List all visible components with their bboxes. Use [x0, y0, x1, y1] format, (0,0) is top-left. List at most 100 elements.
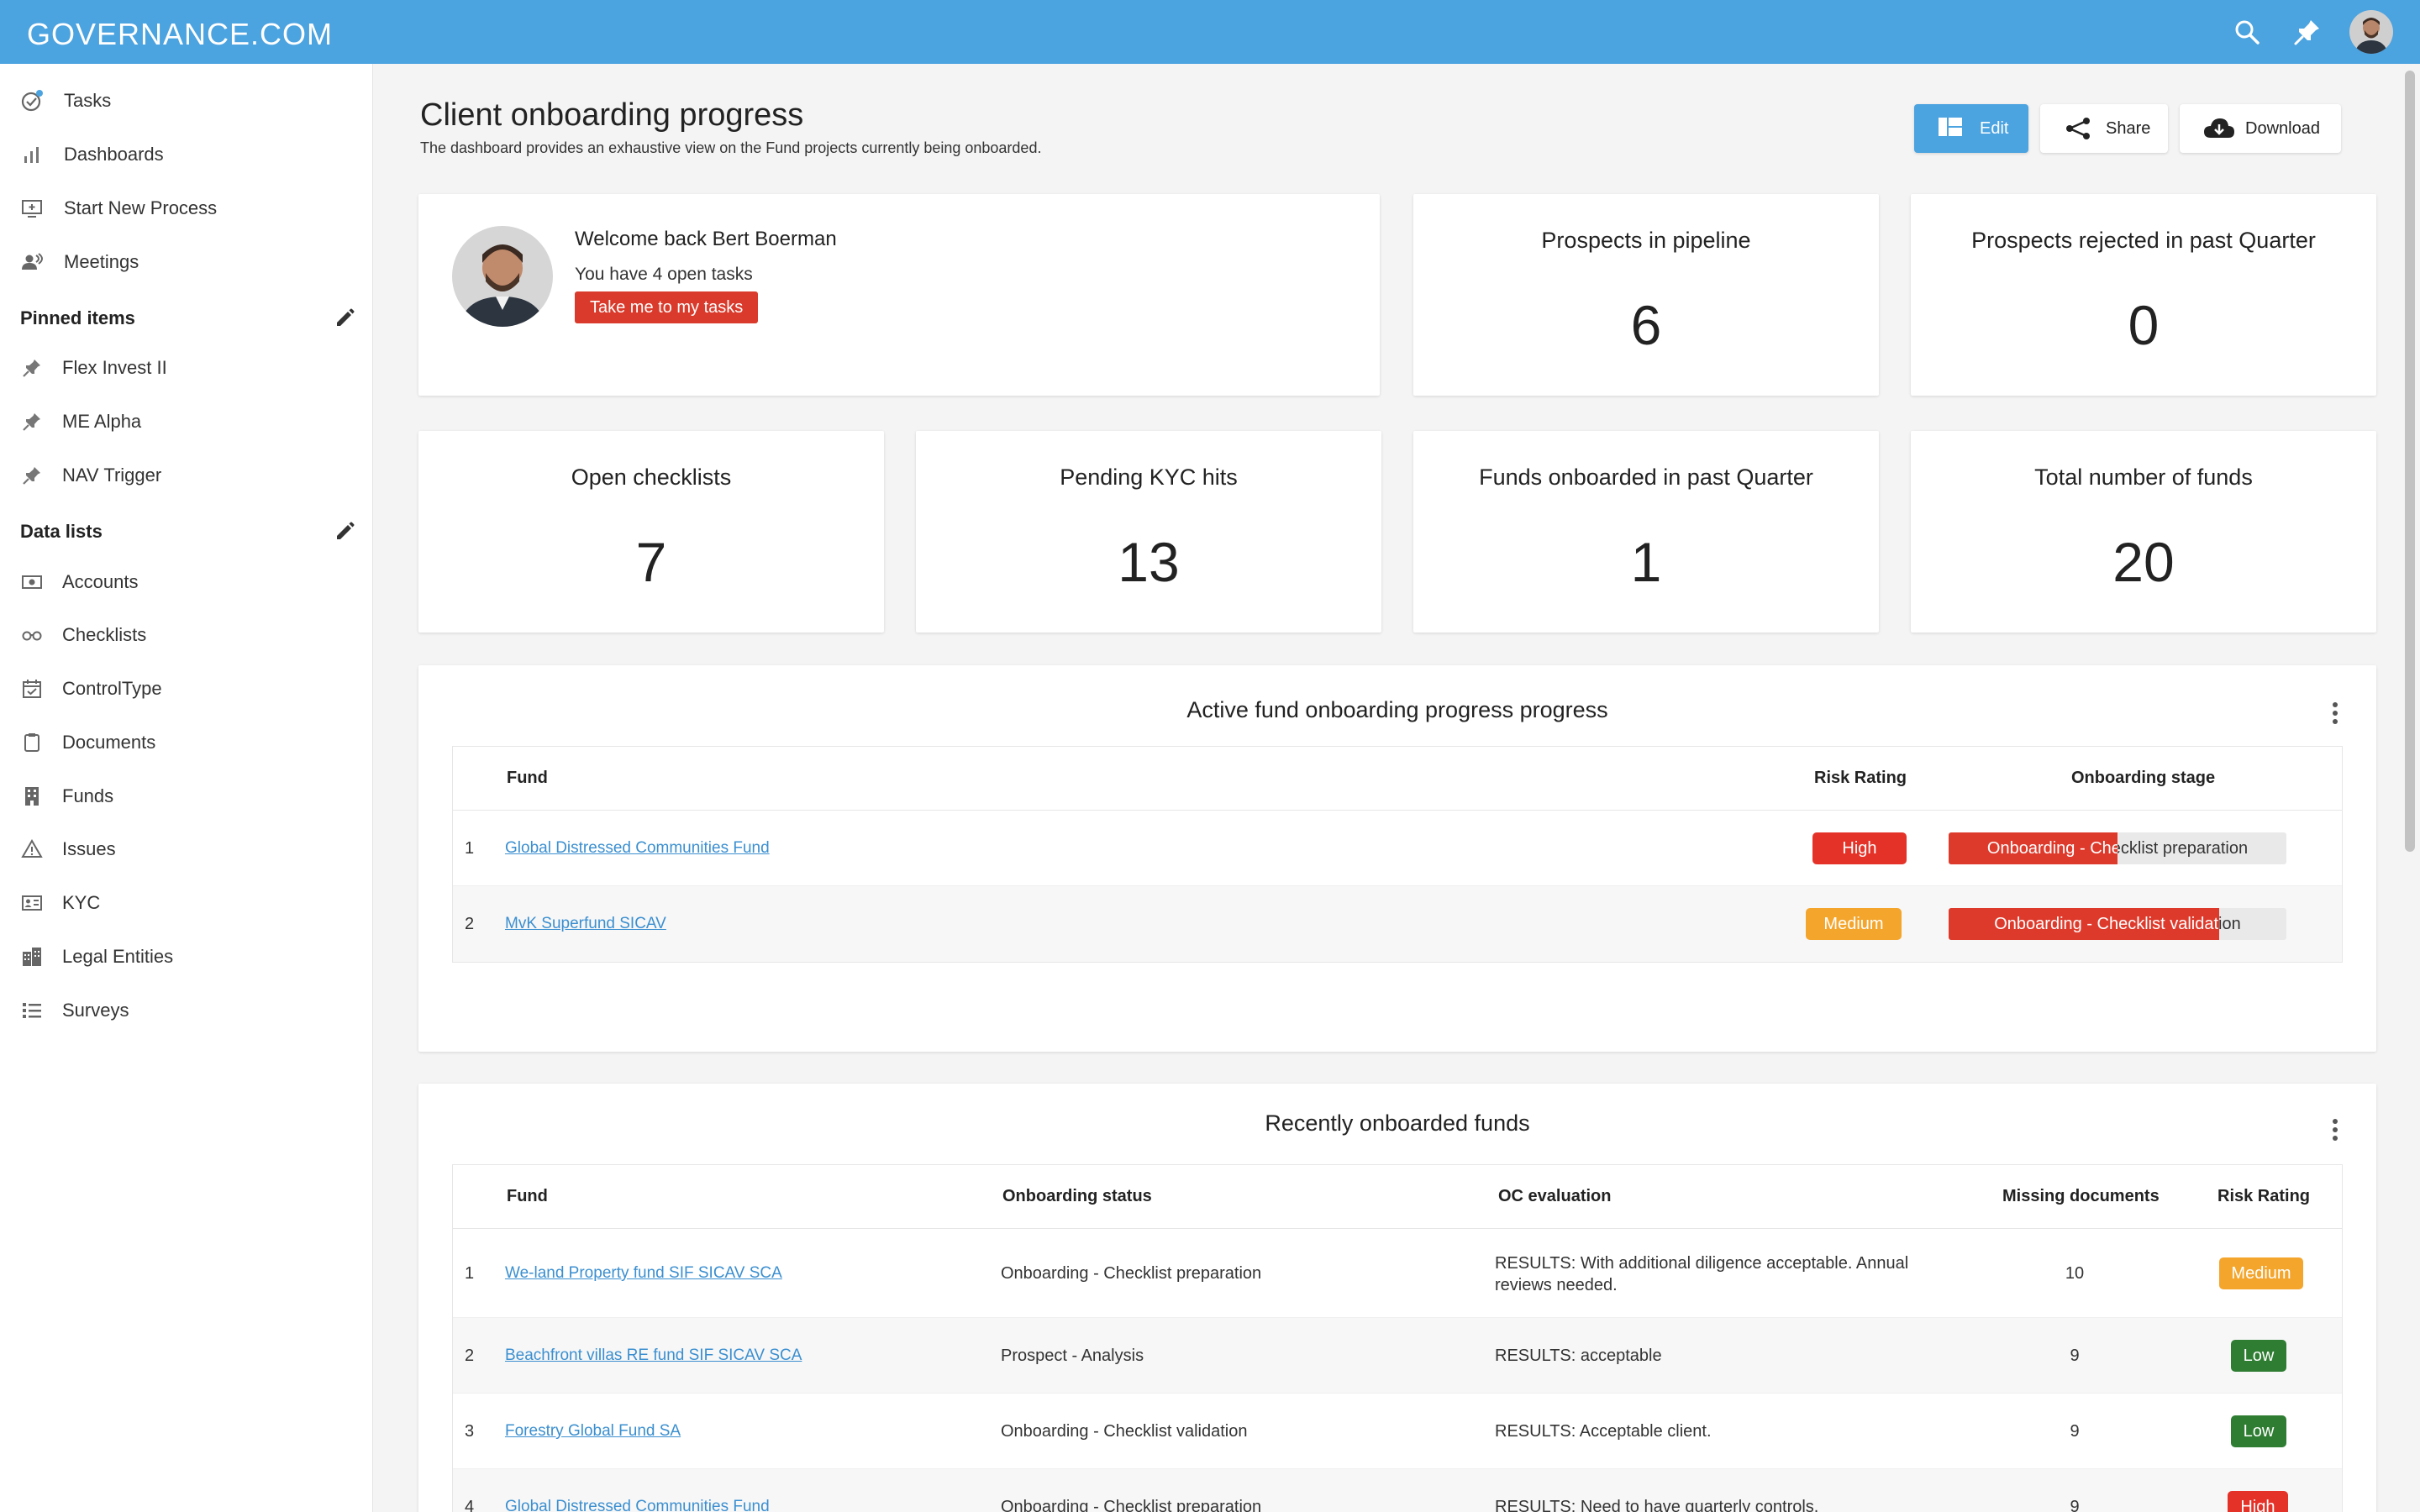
kpi-value: 20 — [2112, 531, 2175, 593]
sidebar-item-tasks[interactable]: Tasks — [0, 77, 373, 124]
more-options-icon[interactable] — [2331, 702, 2339, 729]
fund-link[interactable]: Forestry Global Fund SA — [505, 1422, 681, 1441]
warning-icon — [20, 837, 44, 861]
sidebar-item-meetings[interactable]: Meetings — [0, 239, 373, 286]
take-me-to-tasks-button[interactable]: Take me to my tasks — [575, 291, 759, 323]
search-icon[interactable] — [2230, 15, 2264, 49]
missing-documents: 9 — [2070, 1498, 2080, 1512]
page-subtitle: The dashboard provides an exhaustive vie… — [420, 139, 1042, 156]
table-header: Fund Onboarding status OC evaluation Mis… — [453, 1165, 2342, 1229]
kpi-value: 1 — [1630, 531, 1662, 593]
download-button[interactable]: Download — [2180, 104, 2341, 153]
fund-link[interactable]: MvK Superfund SICAV — [505, 915, 666, 933]
sidebar-item-label: Documents — [62, 732, 156, 753]
edit-pencil-icon[interactable] — [333, 307, 356, 330]
oc-evaluation: RESULTS: Need to have quarterly controls… — [1495, 1498, 1819, 1512]
scrollbar-thumb[interactable] — [2405, 71, 2415, 852]
kpi-funds-onboarded: Funds onboarded in past Quarter 1 — [1413, 431, 1879, 633]
missing-documents: 9 — [2070, 1422, 2080, 1441]
pin-icon[interactable] — [2291, 15, 2324, 49]
sidebar-item-kyc[interactable]: KYC — [0, 879, 373, 927]
column-header-risk-rating[interactable]: Risk Rating — [2217, 1187, 2310, 1206]
risk-badge: Medium — [1806, 908, 1902, 940]
sidebar-item-funds[interactable]: Funds — [0, 773, 373, 820]
app-logo[interactable]: GOVERNANCE.COM — [27, 17, 333, 52]
table-row: 1 Global Distressed Communities Fund Hig… — [453, 811, 2342, 886]
active-onboarding-card: Active fund onboarding progress progress… — [418, 665, 2376, 1052]
fund-link[interactable]: We-land Property fund SIF SICAV SCA — [505, 1264, 782, 1283]
fund-link[interactable]: Global Distressed Communities Fund — [505, 839, 770, 858]
kpi-value: 7 — [635, 531, 667, 593]
onboarding-stage-progress: Onboarding - Checklist preparation Onboa… — [1949, 832, 2286, 864]
sidebar-item-start-new-process[interactable]: Start New Process — [0, 185, 373, 232]
list-icon — [20, 999, 44, 1022]
row-number: 2 — [465, 915, 475, 933]
sidebar-item-label: NAV Trigger — [62, 465, 162, 486]
sidebar-item-flex-invest-ii[interactable]: Flex Invest II — [0, 344, 373, 391]
column-header-onboarding-stage[interactable]: Onboarding stage — [2071, 769, 2215, 788]
risk-badge: Low — [2231, 1340, 2286, 1372]
row-number: 2 — [465, 1347, 475, 1365]
sidebar-item-legal-entities[interactable]: Legal Entities — [0, 933, 373, 980]
sidebar-item-accounts[interactable]: Accounts — [0, 559, 373, 606]
add-screen-icon — [20, 197, 44, 220]
sidebar-item-label: Meetings — [64, 251, 139, 272]
sidebar-item-label: Flex Invest II — [62, 357, 167, 378]
kpi-open-checklists: Open checklists 7 — [418, 431, 884, 633]
glasses-icon — [20, 623, 44, 647]
sidebar-item-me-alpha[interactable]: ME Alpha — [0, 398, 373, 445]
open-tasks-text: You have 4 open tasks — [575, 265, 753, 284]
sidebar-item-controltype[interactable]: ControlType — [0, 665, 373, 712]
table-row: 4 Global Distressed Communities Fund Onb… — [453, 1469, 2342, 1512]
avatar[interactable] — [2349, 10, 2393, 54]
kpi-value: 6 — [1630, 294, 1662, 356]
missing-documents: 9 — [2070, 1347, 2080, 1365]
sidebar-item-surveys[interactable]: Surveys — [0, 987, 373, 1034]
onboarding-stage-progress: Onboarding - Checklist validation Onboar… — [1949, 908, 2286, 940]
pin-icon — [20, 464, 44, 487]
onboarding-status: Onboarding - Checklist validation — [1001, 1422, 1248, 1441]
onboarding-status: Prospect - Analysis — [1001, 1347, 1144, 1365]
sidebar-item-documents[interactable]: Documents — [0, 719, 373, 766]
row-number: 4 — [465, 1498, 475, 1512]
page-scrollbar[interactable] — [2398, 64, 2420, 1512]
sidebar-item-label: Surveys — [62, 1000, 129, 1021]
sidebar-item-nav-trigger[interactable]: NAV Trigger — [0, 452, 373, 499]
column-header-oc-evaluation[interactable]: OC evaluation — [1498, 1187, 1611, 1206]
edit-button[interactable]: Edit — [1914, 104, 2028, 153]
pinned-items-section: Pinned items — [20, 302, 356, 335]
section-title: Pinned items — [20, 307, 135, 328]
money-icon — [20, 570, 44, 594]
section-title: Data lists — [20, 521, 103, 542]
sidebar-item-label: Legal Entities — [62, 946, 174, 967]
sidebar-item-label: ControlType — [62, 678, 162, 699]
column-header-fund[interactable]: Fund — [507, 1187, 548, 1206]
pin-icon — [20, 356, 44, 380]
fund-link[interactable]: Beachfront villas RE fund SIF SICAV SCA — [505, 1347, 802, 1365]
risk-badge: High — [1812, 832, 1907, 864]
sidebar-item-label: Dashboards — [64, 144, 164, 165]
column-header-onboarding-status[interactable]: Onboarding status — [1002, 1187, 1152, 1206]
share-button-label: Share — [2106, 118, 2151, 138]
welcome-card: Welcome back Bert Boerman You have 4 ope… — [418, 194, 1380, 396]
download-button-label: Download — [2245, 118, 2320, 138]
cloud-download-icon — [2203, 117, 2234, 140]
onboarding-status: Onboarding - Checklist preparation — [1001, 1264, 1262, 1283]
sidebar-item-dashboards[interactable]: Dashboards — [0, 131, 373, 178]
column-header-missing-documents[interactable]: Missing documents — [2002, 1187, 2160, 1206]
sidebar-item-label: Checklists — [62, 624, 147, 645]
dashboard-layout-icon — [1938, 117, 1966, 140]
row-number: 3 — [465, 1422, 475, 1441]
active-funds-table: Fund Risk Rating Onboarding stage 1 Glob… — [452, 746, 2343, 963]
sidebar-item-checklists[interactable]: Checklists — [0, 612, 373, 659]
kpi-label: Prospects in pipeline — [1541, 228, 1751, 253]
sidebar-item-label: Issues — [62, 838, 116, 859]
share-button[interactable]: Share — [2040, 104, 2168, 153]
column-header-fund[interactable]: Fund — [507, 769, 548, 788]
kpi-pending-kyc-hits: Pending KYC hits 13 — [916, 431, 1381, 633]
more-options-icon[interactable] — [2331, 1119, 2339, 1146]
fund-link[interactable]: Global Distressed Communities Fund — [505, 1498, 770, 1512]
column-header-risk-rating[interactable]: Risk Rating — [1814, 769, 1907, 788]
edit-pencil-icon[interactable] — [333, 520, 356, 543]
sidebar-item-issues[interactable]: Issues — [0, 826, 373, 873]
